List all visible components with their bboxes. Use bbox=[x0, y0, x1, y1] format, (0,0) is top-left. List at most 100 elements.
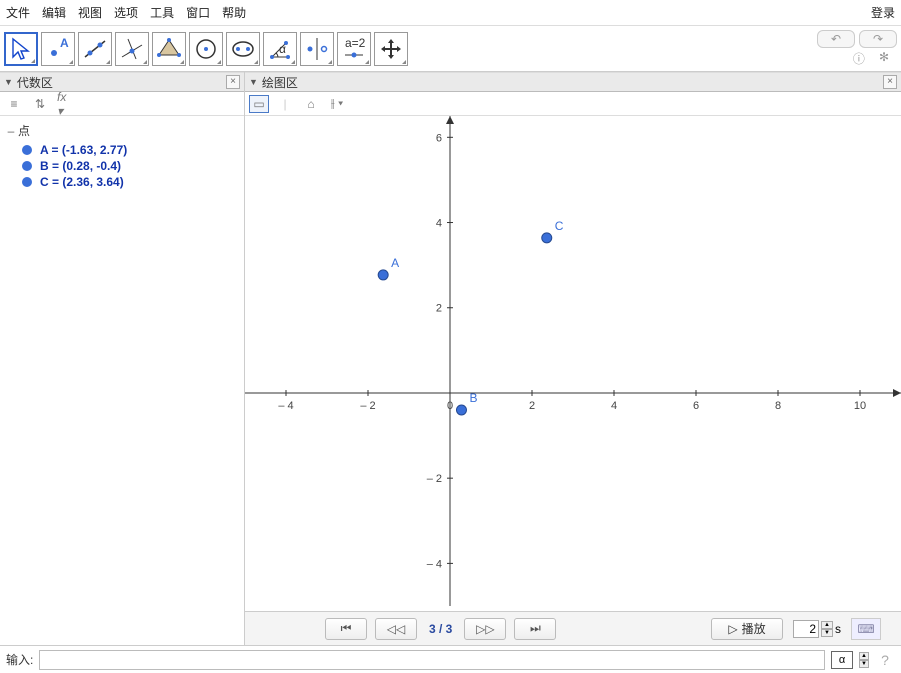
playback-bar: ⏮ ◁◁ 3 / 3 ▷▷ ⏭ ▷ 播放 ▲ ▼ s ⌨ bbox=[245, 611, 901, 645]
playback-play-button[interactable]: ▷ 播放 bbox=[711, 618, 783, 640]
menu-view[interactable]: 视图 bbox=[78, 4, 102, 21]
svg-text:– 2: – 2 bbox=[427, 473, 442, 485]
play-icon: ▷ bbox=[728, 622, 737, 636]
tree-category-label: 点 bbox=[18, 122, 30, 139]
tree-item-b[interactable]: B = (0.28, -0.4) bbox=[22, 159, 238, 173]
menu-file[interactable]: 文件 bbox=[6, 4, 30, 21]
menu-options[interactable]: 选项 bbox=[114, 4, 138, 21]
login-link[interactable]: 登录 bbox=[871, 4, 895, 21]
play-label: 播放 bbox=[742, 620, 766, 637]
point-bullet-icon[interactable] bbox=[22, 177, 32, 187]
algebra-panel: ▼ 代数区 × ≡ ⇅ fx ▾ – 点 A = (-1.63, 2.77) B… bbox=[0, 72, 245, 645]
svg-text:A: A bbox=[391, 256, 399, 270]
tree-item-label: B = (0.28, -0.4) bbox=[40, 159, 121, 173]
menu-help[interactable]: 帮助 bbox=[222, 4, 246, 21]
input-label: 输入: bbox=[6, 651, 33, 668]
graph-canvas[interactable]: – 4 – 2 0 2 4 6 8 10 – 4 – 2 2 4 6 A B C bbox=[245, 116, 901, 611]
redo-button[interactable]: ↷ bbox=[859, 30, 897, 48]
tree-item-label: A = (-1.63, 2.77) bbox=[40, 143, 127, 157]
algebra-panel-close[interactable]: × bbox=[226, 75, 240, 89]
collapse-icon[interactable]: ▼ bbox=[249, 77, 258, 87]
playback-first-button[interactable]: ⏮ bbox=[325, 618, 367, 640]
svg-text:C: C bbox=[555, 219, 564, 233]
graph-home-icon[interactable]: ⌂ bbox=[301, 95, 321, 113]
speed-up-button[interactable]: ▲ bbox=[821, 621, 833, 629]
point-bullet-icon[interactable] bbox=[22, 161, 32, 171]
collapse-icon[interactable]: ▼ bbox=[4, 77, 13, 87]
tool-ellipse[interactable] bbox=[226, 32, 260, 66]
tree-category-points[interactable]: – 点 bbox=[6, 122, 238, 139]
svg-text:– 4: – 4 bbox=[427, 558, 442, 570]
svg-text:α: α bbox=[279, 42, 286, 56]
tool-perpendicular[interactable] bbox=[115, 32, 149, 66]
graph-snap-icon[interactable]: ⫲ ▾ bbox=[327, 95, 347, 113]
graph-axes-icon[interactable]: ▭ bbox=[249, 95, 269, 113]
svg-text:– 4: – 4 bbox=[278, 400, 293, 412]
tree-item-c[interactable]: C = (2.36, 3.64) bbox=[22, 175, 238, 189]
tool-move-view[interactable] bbox=[374, 32, 408, 66]
tree-item-label: C = (2.36, 3.64) bbox=[40, 175, 124, 189]
svg-text:4: 4 bbox=[436, 218, 442, 230]
tool-reflect[interactable] bbox=[300, 32, 334, 66]
menu-tools[interactable]: 工具 bbox=[150, 4, 174, 21]
svg-text:10: 10 bbox=[854, 400, 866, 412]
algebra-panel-title: 代数区 bbox=[17, 74, 226, 91]
menu-edit[interactable]: 编辑 bbox=[42, 4, 66, 21]
algebra-toolbar: ≡ ⇅ fx ▾ bbox=[0, 92, 244, 116]
svg-text:B: B bbox=[469, 391, 477, 405]
alpha-button[interactable]: α bbox=[831, 651, 853, 669]
svg-text:2: 2 bbox=[436, 303, 442, 315]
algebra-list-icon[interactable]: ≡ bbox=[4, 95, 24, 113]
svg-text:2: 2 bbox=[529, 400, 535, 412]
point-bullet-icon[interactable] bbox=[22, 145, 32, 155]
tree-item-a[interactable]: A = (-1.63, 2.77) bbox=[22, 143, 238, 157]
tool-circle[interactable] bbox=[189, 32, 223, 66]
graph-panel-header: ▼ 绘图区 × bbox=[245, 72, 901, 92]
graph-panel-close[interactable]: × bbox=[883, 75, 897, 89]
svg-text:6: 6 bbox=[693, 400, 699, 412]
tool-move[interactable] bbox=[4, 32, 38, 66]
menu-bar: 文件 编辑 视图 选项 工具 窗口 帮助 登录 bbox=[0, 0, 901, 26]
svg-text:A: A bbox=[60, 36, 69, 50]
tool-slider[interactable]: a=2 bbox=[337, 32, 371, 66]
svg-text:0: 0 bbox=[447, 400, 453, 412]
algebra-fx-icon[interactable]: fx ▾ bbox=[56, 95, 76, 113]
playback-speed: ▲ ▼ s bbox=[793, 620, 841, 638]
graph-sep: | bbox=[275, 95, 295, 113]
graph-toolbar: ▭ | ⌂ ⫲ ▾ bbox=[245, 92, 901, 116]
tool-toolbar: A α a=2 ↶ ↷ ⓘ ✻ bbox=[0, 26, 901, 72]
svg-text:a=2: a=2 bbox=[345, 36, 366, 50]
playback-prev-button[interactable]: ◁◁ bbox=[375, 618, 417, 640]
settings-icon[interactable]: ✻ bbox=[879, 50, 889, 67]
playback-next-button[interactable]: ▷▷ bbox=[464, 618, 506, 640]
algebra-sort-icon[interactable]: ⇅ bbox=[30, 95, 50, 113]
graph-panel: ▼ 绘图区 × ▭ | ⌂ ⫲ ▾ – 4 – 2 0 2 4 6 8 10 – 4 – 2 2 4 6… bbox=[245, 72, 901, 645]
playback-counter: 3 / 3 bbox=[425, 622, 456, 636]
tool-angle[interactable]: α bbox=[263, 32, 297, 66]
playback-keyboard-icon[interactable]: ⌨ bbox=[851, 618, 881, 640]
tool-polygon[interactable] bbox=[152, 32, 186, 66]
input-bar: 输入: α ▲ ▼ ? bbox=[0, 645, 901, 673]
svg-text:– 2: – 2 bbox=[360, 400, 375, 412]
input-history-up[interactable]: ▲ bbox=[859, 652, 869, 660]
svg-text:8: 8 bbox=[775, 400, 781, 412]
tree-collapse-icon[interactable]: – bbox=[6, 124, 16, 138]
undo-button[interactable]: ↶ bbox=[817, 30, 855, 48]
svg-text:4: 4 bbox=[611, 400, 617, 412]
help-icon[interactable]: ⓘ bbox=[853, 50, 865, 67]
graph-panel-title: 绘图区 bbox=[262, 74, 883, 91]
main-area: ▼ 代数区 × ≡ ⇅ fx ▾ – 点 A = (-1.63, 2.77) B… bbox=[0, 72, 901, 645]
input-history-down[interactable]: ▼ bbox=[859, 660, 869, 668]
svg-text:6: 6 bbox=[436, 132, 442, 144]
tool-point[interactable]: A bbox=[41, 32, 75, 66]
speed-unit: s bbox=[835, 622, 841, 636]
toolbar-right-controls: ↶ ↷ ⓘ ✻ bbox=[817, 30, 897, 67]
algebra-tree: – 点 A = (-1.63, 2.77) B = (0.28, -0.4) C… bbox=[0, 116, 244, 197]
command-input[interactable] bbox=[39, 650, 825, 670]
tool-line[interactable] bbox=[78, 32, 112, 66]
speed-down-button[interactable]: ▼ bbox=[821, 629, 833, 637]
playback-speed-input[interactable] bbox=[793, 620, 819, 638]
input-help-icon[interactable]: ? bbox=[875, 650, 895, 670]
menu-window[interactable]: 窗口 bbox=[186, 4, 210, 21]
playback-last-button[interactable]: ⏭ bbox=[514, 618, 556, 640]
